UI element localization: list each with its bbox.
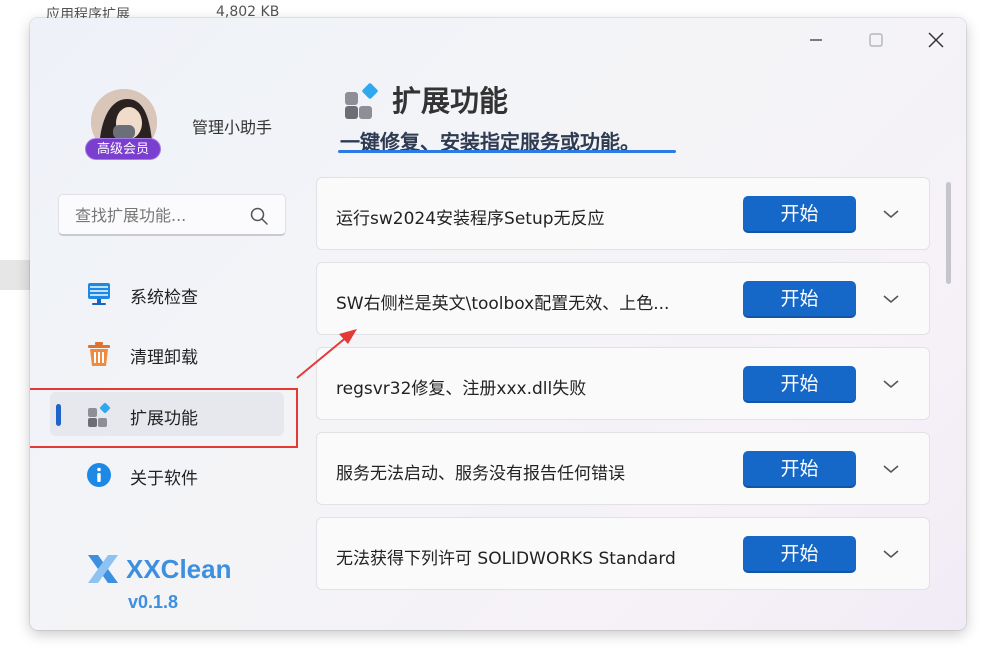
- start-button[interactable]: 开始: [743, 536, 856, 573]
- sidebar-item-system-check[interactable]: 系统检查: [50, 271, 284, 315]
- chevron-down-icon[interactable]: [879, 203, 903, 225]
- feature-card-label: regsvr32修复、注册xxx.dll失败: [336, 379, 587, 399]
- monitor-icon: [88, 283, 110, 305]
- close-icon: [928, 32, 944, 48]
- search-input[interactable]: [73, 205, 247, 226]
- feature-card-sidebar-english: SW右侧栏是英文\toolbox配置无效、上色... 开始: [316, 262, 930, 335]
- feature-card-service-start: 服务无法启动、服务没有报告任何错误 开始: [316, 432, 930, 505]
- trash-icon: [88, 342, 110, 366]
- version-label: v0.1.8: [128, 592, 179, 612]
- background-panel: [0, 260, 30, 290]
- search-box: [58, 194, 286, 236]
- feature-card-label: 服务无法启动、服务没有报告任何错误: [336, 464, 625, 484]
- brand-name: XXClean: [126, 553, 232, 584]
- chevron-down-icon[interactable]: [879, 373, 903, 395]
- minimize-icon: [810, 39, 822, 41]
- maximize-icon: [869, 33, 883, 47]
- start-button[interactable]: 开始: [743, 281, 856, 318]
- start-button[interactable]: 开始: [743, 451, 856, 488]
- vip-badge: 高级会员: [85, 138, 161, 160]
- chevron-down-icon[interactable]: [879, 458, 903, 480]
- chevron-down-icon[interactable]: [879, 543, 903, 565]
- minimize-button[interactable]: [794, 26, 838, 54]
- username: 管理小助手: [192, 118, 273, 137]
- app-window: 高级会员 管理小助手 系统检查 清理卸载: [30, 18, 966, 630]
- feature-card-label: 运行sw2024安装程序Setup无反应: [336, 209, 605, 229]
- brand-logo: XXClean: [86, 552, 232, 586]
- sidebar-item-label: 关于软件: [130, 469, 198, 489]
- annotation-highlight-box: [30, 388, 298, 448]
- feature-card-setup-fix: 运行sw2024安装程序Setup无反应 开始: [316, 177, 930, 250]
- page-title: 扩展功能: [392, 84, 509, 118]
- start-button[interactable]: 开始: [743, 196, 856, 233]
- x-logo-icon: [88, 555, 118, 583]
- extensions-header-icon: [345, 83, 378, 119]
- feature-card-label: SW右侧栏是英文\toolbox配置无效、上色...: [336, 294, 670, 314]
- chevron-down-icon[interactable]: [879, 288, 903, 310]
- sidebar-item-about[interactable]: 关于软件: [50, 452, 284, 496]
- subtitle-underline: [338, 150, 676, 153]
- feature-card-regsvr32: regsvr32修复、注册xxx.dll失败 开始: [316, 347, 930, 420]
- scrollbar-thumb[interactable]: [946, 182, 951, 284]
- maximize-button[interactable]: [854, 26, 898, 54]
- feature-card-label: 无法获得下列许可 SOLIDWORKS Standard: [336, 549, 676, 569]
- sidebar-item-label: 系统检查: [130, 288, 198, 308]
- sidebar-item-label: 清理卸载: [130, 348, 198, 368]
- close-button[interactable]: [914, 26, 958, 54]
- start-button[interactable]: 开始: [743, 366, 856, 403]
- sidebar-item-clean-uninstall[interactable]: 清理卸载: [50, 331, 284, 375]
- info-icon: [87, 463, 111, 487]
- feature-card-license: 无法获得下列许可 SOLIDWORKS Standard 开始: [316, 517, 930, 590]
- search-icon[interactable]: [249, 206, 269, 226]
